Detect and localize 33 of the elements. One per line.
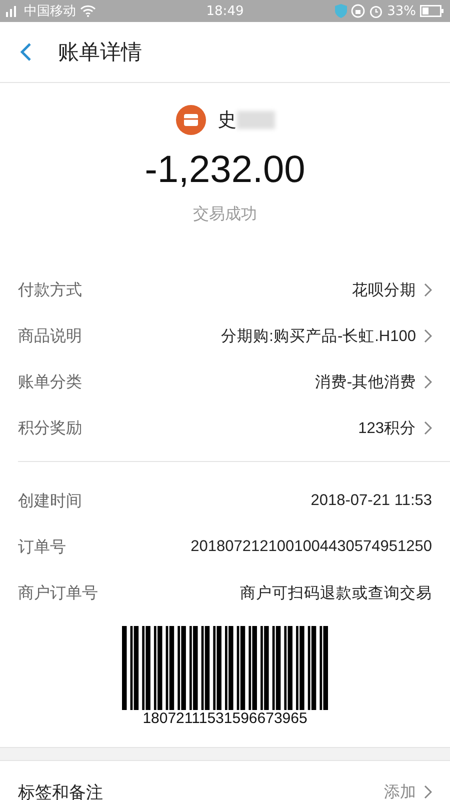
battery-percent: 33% [387, 4, 416, 18]
merchant-name: 史 [218, 108, 236, 133]
detail-value[interactable]: 消费-其他消费 [314, 372, 416, 392]
back-icon [20, 42, 32, 62]
detail-value: 2018072121001004430574951250 [190, 538, 432, 556]
detail-label: 付款方式 [18, 280, 82, 300]
detail-label: 创建时间 [18, 490, 82, 512]
detail-label: 商户订单号 [18, 582, 98, 604]
carrier-name: 中国移动 [24, 3, 76, 20]
detail-label: 订单号 [18, 536, 66, 558]
battery-icon [420, 5, 444, 17]
detail-label: 积分奖励 [18, 418, 82, 438]
chevron-icon [424, 785, 432, 799]
lock-rotation-icon [351, 4, 366, 18]
detail-value: 商户可扫码退款或查询交易 [240, 584, 432, 604]
detail-value: 2018-07-21 11:53 [310, 492, 432, 510]
shield-icon [335, 4, 348, 18]
detail-value[interactable]: 花呗分期 [352, 280, 416, 300]
barcode-number: 18072111531596673965 [142, 710, 308, 727]
redaction-block [236, 111, 274, 129]
amount: -1,232.00 [144, 149, 306, 192]
detail-label: 账单分类 [18, 372, 82, 392]
page-title: 账单详情 [58, 39, 142, 66]
transaction-status: 交易成功 [193, 204, 257, 225]
wifi-icon [80, 5, 96, 17]
status-time: 18:49 [206, 4, 244, 18]
alarm-icon [369, 4, 384, 18]
add-link[interactable]: 添加 [384, 782, 432, 800]
detail-value[interactable]: 123积分 [358, 418, 416, 438]
shop-icon [176, 105, 206, 135]
tags-label: 标签和备注 [18, 782, 103, 800]
detail-label: 商品说明 [18, 326, 82, 346]
detail-value[interactable]: 分期购:购买产品-长虹.H100 [221, 326, 416, 346]
